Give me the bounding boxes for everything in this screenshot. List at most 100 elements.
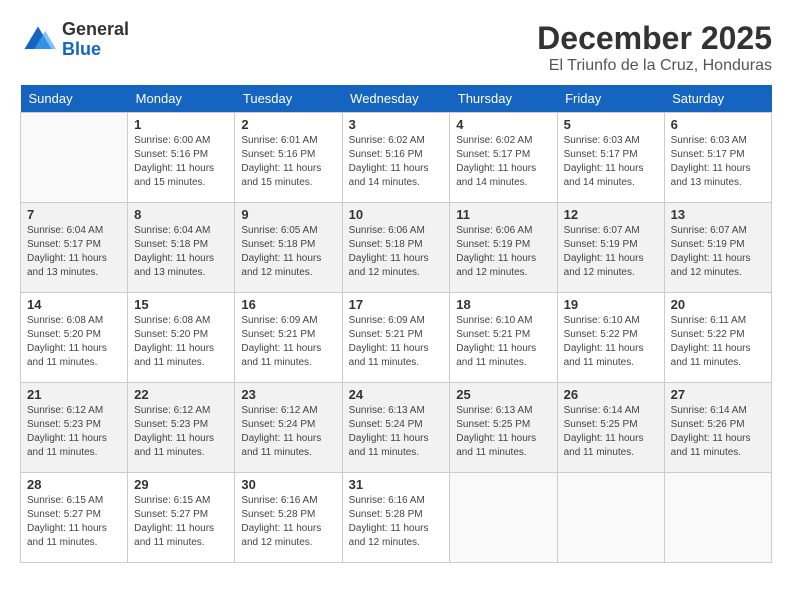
calendar-table: SundayMondayTuesdayWednesdayThursdayFrid…: [20, 85, 772, 563]
day-number: 6: [671, 117, 765, 132]
day-number: 25: [456, 387, 550, 402]
calendar-cell: 19 Sunrise: 6:10 AM Sunset: 5:22 PM Dayli…: [557, 293, 664, 383]
calendar-cell: 22 Sunrise: 6:12 AM Sunset: 5:23 PM Dayli…: [128, 383, 235, 473]
day-number: 5: [564, 117, 658, 132]
calendar-week-row: 14 Sunrise: 6:08 AM Sunset: 5:20 PM Dayli…: [21, 293, 772, 383]
logo-blue-text: Blue: [62, 39, 101, 59]
day-info: Sunrise: 6:04 AM Sunset: 5:17 PM Dayligh…: [27, 224, 121, 280]
calendar-cell: 10 Sunrise: 6:06 AM Sunset: 5:18 PM Dayli…: [342, 203, 450, 293]
column-header-tuesday: Tuesday: [235, 85, 342, 113]
title-area: December 2025 El Triunfo de la Cruz, Hon…: [537, 20, 772, 75]
day-number: 3: [349, 117, 444, 132]
logo-text: General Blue: [62, 20, 129, 60]
logo-general-text: General: [62, 19, 129, 39]
header: General Blue December 2025 El Triunfo de…: [20, 20, 772, 75]
day-number: 26: [564, 387, 658, 402]
day-info: Sunrise: 6:09 AM Sunset: 5:21 PM Dayligh…: [349, 314, 444, 370]
day-number: 17: [349, 297, 444, 312]
calendar-week-row: 28 Sunrise: 6:15 AM Sunset: 5:27 PM Dayli…: [21, 473, 772, 563]
calendar-cell: 8Sunrise: 6:04 AM Sunset: 5:18 PM Daylig…: [128, 203, 235, 293]
day-info: Sunrise: 6:14 AM Sunset: 5:25 PM Dayligh…: [564, 404, 658, 460]
day-info: Sunrise: 6:14 AM Sunset: 5:26 PM Dayligh…: [671, 404, 765, 460]
day-info: Sunrise: 6:15 AM Sunset: 5:27 PM Dayligh…: [27, 494, 121, 550]
calendar-cell: [664, 473, 771, 563]
calendar-week-row: 7 Sunrise: 6:04 AM Sunset: 5:17 PM Daylig…: [21, 203, 772, 293]
column-header-sunday: Sunday: [21, 85, 128, 113]
day-number: 30: [241, 477, 335, 492]
day-info: Sunrise: 6:08 AM Sunset: 5:20 PM Dayligh…: [134, 314, 228, 370]
day-number: 9: [241, 207, 335, 222]
day-info: Sunrise: 6:05 AM Sunset: 5:18 PM Dayligh…: [241, 224, 335, 280]
day-info: Sunrise: 6:08 AM Sunset: 5:20 PM Dayligh…: [27, 314, 121, 370]
day-number: 31: [349, 477, 444, 492]
calendar-cell: 5 Sunrise: 6:03 AM Sunset: 5:17 PM Daylig…: [557, 113, 664, 203]
day-info: Sunrise: 6:12 AM Sunset: 5:23 PM Dayligh…: [134, 404, 228, 460]
day-number: 28: [27, 477, 121, 492]
day-info: Sunrise: 6:04 AM Sunset: 5:18 PM Dayligh…: [134, 224, 228, 280]
day-number: 2: [241, 117, 335, 132]
day-info: Sunrise: 6:13 AM Sunset: 5:25 PM Dayligh…: [456, 404, 550, 460]
location: El Triunfo de la Cruz, Honduras: [537, 57, 772, 75]
day-info: Sunrise: 6:06 AM Sunset: 5:18 PM Dayligh…: [349, 224, 444, 280]
calendar-cell: [21, 113, 128, 203]
calendar-cell: 4Sunrise: 6:02 AM Sunset: 5:17 PM Daylig…: [450, 113, 557, 203]
calendar-cell: 9 Sunrise: 6:05 AM Sunset: 5:18 PM Daylig…: [235, 203, 342, 293]
day-number: 14: [27, 297, 121, 312]
day-info: Sunrise: 6:10 AM Sunset: 5:21 PM Dayligh…: [456, 314, 550, 370]
day-number: 19: [564, 297, 658, 312]
day-number: 27: [671, 387, 765, 402]
day-number: 20: [671, 297, 765, 312]
day-number: 11: [456, 207, 550, 222]
day-info: Sunrise: 6:07 AM Sunset: 5:19 PM Dayligh…: [564, 224, 658, 280]
calendar-cell: 13Sunrise: 6:07 AM Sunset: 5:19 PM Dayli…: [664, 203, 771, 293]
calendar-cell: 1 Sunrise: 6:00 AM Sunset: 5:16 PM Daylig…: [128, 113, 235, 203]
day-info: Sunrise: 6:16 AM Sunset: 5:28 PM Dayligh…: [349, 494, 444, 550]
day-number: 10: [349, 207, 444, 222]
calendar-cell: 6 Sunrise: 6:03 AM Sunset: 5:17 PM Daylig…: [664, 113, 771, 203]
calendar-cell: 26 Sunrise: 6:14 AM Sunset: 5:25 PM Dayli…: [557, 383, 664, 473]
calendar-cell: 29Sunrise: 6:15 AM Sunset: 5:27 PM Dayli…: [128, 473, 235, 563]
calendar-cell: 2 Sunrise: 6:01 AM Sunset: 5:16 PM Daylig…: [235, 113, 342, 203]
day-number: 18: [456, 297, 550, 312]
calendar-week-row: 1 Sunrise: 6:00 AM Sunset: 5:16 PM Daylig…: [21, 113, 772, 203]
day-info: Sunrise: 6:03 AM Sunset: 5:17 PM Dayligh…: [564, 134, 658, 190]
calendar-cell: 11 Sunrise: 6:06 AM Sunset: 5:19 PM Dayli…: [450, 203, 557, 293]
calendar-cell: 20 Sunrise: 6:11 AM Sunset: 5:22 PM Dayli…: [664, 293, 771, 383]
calendar-cell: 23Sunrise: 6:12 AM Sunset: 5:24 PM Dayli…: [235, 383, 342, 473]
day-number: 21: [27, 387, 121, 402]
day-number: 16: [241, 297, 335, 312]
day-number: 15: [134, 297, 228, 312]
calendar-cell: 28 Sunrise: 6:15 AM Sunset: 5:27 PM Dayli…: [21, 473, 128, 563]
day-info: Sunrise: 6:00 AM Sunset: 5:16 PM Dayligh…: [134, 134, 228, 190]
day-number: 24: [349, 387, 444, 402]
calendar-cell: 17 Sunrise: 6:09 AM Sunset: 5:21 PM Dayli…: [342, 293, 450, 383]
calendar-cell: 7 Sunrise: 6:04 AM Sunset: 5:17 PM Daylig…: [21, 203, 128, 293]
calendar-cell: 15 Sunrise: 6:08 AM Sunset: 5:20 PM Dayli…: [128, 293, 235, 383]
calendar-header-row: SundayMondayTuesdayWednesdayThursdayFrid…: [21, 85, 772, 113]
day-info: Sunrise: 6:16 AM Sunset: 5:28 PM Dayligh…: [241, 494, 335, 550]
calendar-cell: 16Sunrise: 6:09 AM Sunset: 5:21 PM Dayli…: [235, 293, 342, 383]
calendar-cell: 27 Sunrise: 6:14 AM Sunset: 5:26 PM Dayli…: [664, 383, 771, 473]
column-header-saturday: Saturday: [664, 85, 771, 113]
day-info: Sunrise: 6:13 AM Sunset: 5:24 PM Dayligh…: [349, 404, 444, 460]
column-header-thursday: Thursday: [450, 85, 557, 113]
day-number: 7: [27, 207, 121, 222]
calendar-week-row: 21 Sunrise: 6:12 AM Sunset: 5:23 PM Dayli…: [21, 383, 772, 473]
calendar-cell: 25 Sunrise: 6:13 AM Sunset: 5:25 PM Dayli…: [450, 383, 557, 473]
day-info: Sunrise: 6:03 AM Sunset: 5:17 PM Dayligh…: [671, 134, 765, 190]
calendar-cell: 24 Sunrise: 6:13 AM Sunset: 5:24 PM Dayli…: [342, 383, 450, 473]
day-info: Sunrise: 6:11 AM Sunset: 5:22 PM Dayligh…: [671, 314, 765, 370]
calendar-cell: 21 Sunrise: 6:12 AM Sunset: 5:23 PM Dayli…: [21, 383, 128, 473]
day-number: 4: [456, 117, 550, 132]
day-info: Sunrise: 6:15 AM Sunset: 5:27 PM Dayligh…: [134, 494, 228, 550]
day-info: Sunrise: 6:06 AM Sunset: 5:19 PM Dayligh…: [456, 224, 550, 280]
day-info: Sunrise: 6:10 AM Sunset: 5:22 PM Dayligh…: [564, 314, 658, 370]
calendar-cell: [450, 473, 557, 563]
day-info: Sunrise: 6:01 AM Sunset: 5:16 PM Dayligh…: [241, 134, 335, 190]
calendar-cell: 18 Sunrise: 6:10 AM Sunset: 5:21 PM Dayli…: [450, 293, 557, 383]
day-number: 22: [134, 387, 228, 402]
day-info: Sunrise: 6:12 AM Sunset: 5:23 PM Dayligh…: [27, 404, 121, 460]
calendar-cell: 30 Sunrise: 6:16 AM Sunset: 5:28 PM Dayli…: [235, 473, 342, 563]
calendar-cell: 14 Sunrise: 6:08 AM Sunset: 5:20 PM Dayli…: [21, 293, 128, 383]
day-number: 1: [134, 117, 228, 132]
